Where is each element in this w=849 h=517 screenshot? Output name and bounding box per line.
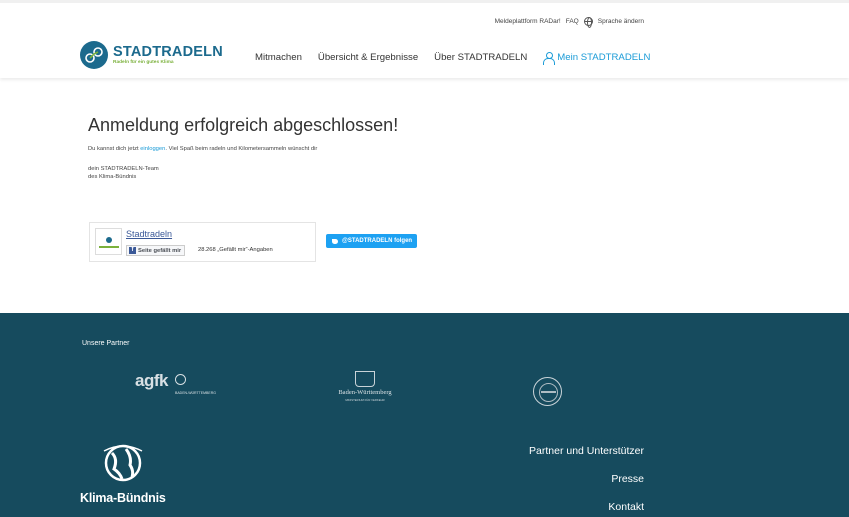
page-title: Anmeldung erfolgreich abgeschlossen! bbox=[88, 115, 399, 135]
twitter-follow-button[interactable]: @STADTRADELN folgen bbox=[326, 234, 418, 248]
main-navigation: Mitmachen Übersicht & Ergebnisse Über ST… bbox=[255, 52, 651, 65]
user-icon bbox=[543, 52, 556, 65]
facebook-like-button[interactable]: f Seite gefällt mir bbox=[126, 245, 186, 256]
signature-line-2: des Klima-Bündnis bbox=[88, 174, 137, 180]
twitter-bird-icon bbox=[331, 238, 339, 245]
klima-buendnis-name: Klima-Bündnis bbox=[80, 491, 166, 505]
facebook-page-thumbnail[interactable] bbox=[95, 228, 122, 255]
nav-item-ueber[interactable]: Über STADTRADELN bbox=[434, 52, 527, 63]
site-footer: Unsere Partner agfk BADEN-WÜRTTEMBERG Ba… bbox=[0, 313, 849, 517]
facebook-icon: f bbox=[129, 247, 136, 254]
facebook-page-widget: Stadtradeln f Seite gefällt mir 28.268 „… bbox=[89, 222, 316, 262]
baden-wuerttemberg-logo[interactable]: Baden-Württemberg MINISTERIUM FÜR VERKEH… bbox=[330, 371, 400, 402]
main-content: Anmeldung erfolgreich abgeschlossen! Du … bbox=[88, 115, 688, 180]
footer-links: Partner und Unterstützer Presse Kontakt bbox=[529, 445, 644, 517]
twitter-follow-label: @STADTRADELN folgen bbox=[342, 238, 413, 244]
facebook-like-label: Seite gefällt mir bbox=[138, 247, 182, 254]
footer-link-presse[interactable]: Presse bbox=[611, 473, 644, 485]
facebook-page-name[interactable]: Stadtradeln bbox=[126, 229, 172, 239]
partner-seal-logo[interactable] bbox=[533, 377, 562, 406]
faq-link[interactable]: FAQ bbox=[566, 18, 579, 25]
partners-title: Unsere Partner bbox=[82, 340, 130, 347]
mein-stadtradeln-label: Mein STADTRADELN bbox=[557, 52, 651, 63]
facebook-like-count: 28.268 „Gefällt mir“-Angaben bbox=[198, 247, 273, 253]
login-message: Du kannst dich jetzt einloggen. Viel Spa… bbox=[88, 146, 318, 152]
bw-ministry: MINISTERIUM FÜR VERKEHR bbox=[345, 398, 385, 402]
agfk-subtitle: BADEN-WÜRTTEMBERG bbox=[175, 391, 216, 395]
nav-item-mein-stadtradeln[interactable]: Mein STADTRADELN bbox=[543, 52, 651, 65]
signature-line-1: dein STADTRADELN-Team bbox=[88, 166, 159, 172]
site-header: Meldeplattform RADar! FAQ Sprache ändern… bbox=[0, 0, 849, 78]
agfk-logo[interactable]: agfk BADEN-WÜRTTEMBERG bbox=[135, 371, 216, 395]
page: Meldeplattform RADar! FAQ Sprache ändern… bbox=[0, 0, 849, 517]
agfk-wordmark: agfk bbox=[135, 371, 168, 390]
login-link[interactable]: einloggen bbox=[140, 146, 165, 152]
agfk-emblem-icon bbox=[175, 374, 186, 385]
logo-subtitle: Radeln für ein gutes Klima bbox=[113, 60, 174, 65]
footer-link-kontakt[interactable]: Kontakt bbox=[608, 501, 644, 513]
bw-name: Baden-Württemberg bbox=[338, 389, 392, 396]
top-bar: Meldeplattform RADar! FAQ Sprache ändern bbox=[495, 17, 644, 28]
globe-icon bbox=[103, 444, 143, 482]
bicycle-icon bbox=[80, 41, 108, 69]
logo-title: STADTRADELN bbox=[113, 44, 223, 60]
nav-item-mitmachen[interactable]: Mitmachen bbox=[255, 52, 302, 63]
meldeplattform-link[interactable]: Meldeplattform RADar! bbox=[495, 18, 561, 25]
language-link[interactable]: Sprache ändern bbox=[598, 18, 644, 25]
coat-of-arms-icon bbox=[355, 371, 375, 387]
footer-link-partner[interactable]: Partner und Unterstützer bbox=[529, 445, 644, 457]
stadtradeln-logo[interactable]: STADTRADELN Radeln für ein gutes Klima bbox=[80, 41, 223, 69]
globe-icon[interactable] bbox=[583, 17, 593, 28]
nav-item-uebersicht[interactable]: Übersicht & Ergebnisse bbox=[318, 52, 418, 63]
